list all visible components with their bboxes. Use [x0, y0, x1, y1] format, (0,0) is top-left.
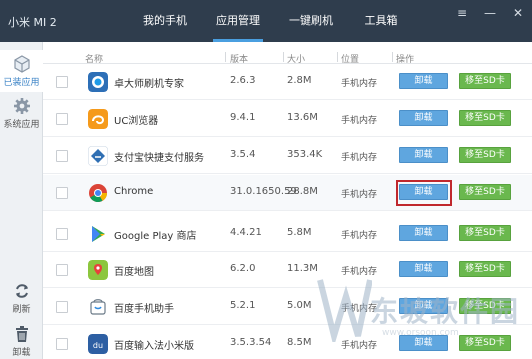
app-version: 4.4.21: [230, 227, 262, 238]
table-row: 卓大师刷机专家 2.6.3 2.8M 手机内存 卸载 移至SD卡: [43, 64, 532, 100]
tab-label: 我的手机: [143, 14, 187, 27]
app-name: 百度输入法小米版: [114, 341, 194, 352]
watermark-text: 东坡软件园: [370, 295, 521, 328]
app-size: 28.8M: [287, 186, 318, 197]
move-to-sd-button[interactable]: 移至SD卡: [459, 73, 511, 89]
sidebar-item-label: 卸载: [12, 348, 31, 358]
app-name: 支付宝快捷支付服务: [114, 153, 204, 164]
app-name: UC浏览器: [114, 116, 159, 127]
tab-label: 一键刷机: [289, 14, 333, 27]
app-name: Chrome: [114, 186, 154, 197]
baidu-input-icon: du: [88, 334, 108, 354]
app-size: 8.5M: [287, 337, 312, 348]
sidebar-item-refresh[interactable]: 刷新: [0, 282, 43, 318]
move-to-sd-button[interactable]: 移至SD卡: [459, 261, 511, 277]
tab-my-phone[interactable]: 我的手机: [135, 0, 195, 42]
svg-text:du: du: [93, 341, 103, 350]
sidebar: 已装应用 系统应用 刷新 卸载: [0, 42, 43, 359]
uninstall-button[interactable]: 卸载: [399, 73, 448, 89]
app-size: 13.6M: [287, 112, 318, 123]
row-checkbox[interactable]: [56, 76, 68, 88]
row-checkbox[interactable]: [56, 301, 68, 313]
sidebar-item-uninstall[interactable]: 卸载: [0, 325, 43, 359]
row-checkbox[interactable]: [56, 187, 68, 199]
table-row: Google Play 商店 4.4.21 5.8M 手机内存 卸载 移至SD卡: [43, 216, 532, 252]
row-checkbox[interactable]: [56, 338, 68, 350]
app-version: 2.6.3: [230, 75, 256, 86]
row-checkbox[interactable]: [56, 150, 68, 162]
app-version: 3.5.3.54: [230, 337, 272, 348]
uninstall-button[interactable]: 卸载: [399, 110, 448, 126]
uninstall-button[interactable]: 卸载: [399, 225, 448, 241]
zhuodashi-icon: [88, 72, 108, 92]
table-row: Chrome 31.0.1650.59 28.8M 手机内存 卸载 移至SD卡: [43, 175, 532, 211]
title-bar: 小米 MI 2 我的手机 应用管理 一键刷机 工具箱 ≡ — ✕: [0, 0, 532, 42]
app-version: 3.5.4: [230, 149, 256, 160]
watermark-url: www.orsoon.com: [382, 328, 459, 338]
table-header: 名称 版本 大小 位置 操作: [43, 50, 532, 65]
app-version: 9.4.1: [230, 112, 256, 123]
app-name: 卓大师刷机专家: [114, 79, 184, 90]
tab-app-management[interactable]: 应用管理: [205, 0, 271, 42]
google-play-icon: [92, 226, 105, 242]
row-checkbox[interactable]: [56, 228, 68, 240]
gear-icon: [13, 98, 30, 114]
uninstall-button[interactable]: 卸载: [399, 184, 448, 200]
sidebar-item-system-apps[interactable]: 系统应用: [0, 94, 43, 136]
app-size: 5.8M: [287, 227, 312, 238]
trash-icon: [15, 326, 28, 342]
move-to-sd-button[interactable]: 移至SD卡: [459, 110, 511, 126]
app-name: 百度手机助手: [114, 304, 174, 315]
app-version: 6.2.0: [230, 263, 256, 274]
sidebar-item-label: 已装应用: [3, 78, 40, 88]
tab-label: 应用管理: [216, 14, 260, 27]
column-divider: [283, 52, 284, 62]
box-icon: [13, 55, 30, 73]
move-to-sd-button[interactable]: 移至SD卡: [459, 184, 511, 200]
tab-one-click-flash[interactable]: 一键刷机: [278, 0, 344, 42]
sidebar-item-label: 系统应用: [3, 120, 40, 130]
chrome-icon: [89, 184, 107, 203]
app-name: 百度地图: [114, 267, 154, 278]
column-divider: [392, 52, 393, 62]
app-name: Google Play 商店: [114, 231, 197, 242]
close-icon[interactable]: ✕: [511, 6, 525, 20]
tab-label: 工具箱: [364, 14, 398, 27]
refresh-icon: [15, 284, 28, 298]
app-location: 手机内存: [341, 231, 378, 241]
device-name: 小米 MI 2: [8, 16, 57, 29]
baidu-assistant-icon: [90, 299, 106, 315]
minimize-icon[interactable]: —: [483, 6, 497, 20]
baidu-map-icon: [88, 260, 108, 280]
table-row: 支付宝快捷支付服务 3.5.4 353.4K 手机内存 卸载 移至SD卡: [43, 138, 532, 174]
row-checkbox[interactable]: [56, 113, 68, 125]
watermark-logo-icon: [317, 279, 372, 342]
app-version: 5.2.1: [230, 300, 256, 311]
app-location: 手机内存: [341, 153, 378, 163]
table-row: UC浏览器 9.4.1 13.6M 手机内存 卸载 移至SD卡: [43, 101, 532, 137]
alipay-icon: [88, 146, 108, 166]
sidebar-item-label: 刷新: [12, 305, 31, 315]
move-to-sd-button[interactable]: 移至SD卡: [459, 225, 511, 241]
menu-icon[interactable]: ≡: [455, 6, 469, 20]
app-location: 手机内存: [341, 116, 378, 126]
row-checkbox[interactable]: [56, 264, 68, 276]
move-to-sd-button[interactable]: 移至SD卡: [459, 147, 511, 163]
column-divider: [225, 52, 226, 62]
app-size: 11.3M: [287, 263, 318, 274]
uc-browser-icon: [88, 109, 108, 129]
uninstall-button[interactable]: 卸载: [399, 147, 448, 163]
app-size: 5.0M: [287, 300, 312, 311]
watermark: 东坡软件园 www.orsoon.com: [312, 276, 527, 346]
sidebar-item-installed-apps[interactable]: 已装应用: [0, 50, 43, 92]
tab-toolbox[interactable]: 工具箱: [355, 0, 407, 42]
uninstall-button[interactable]: 卸载: [399, 261, 448, 277]
column-divider: [337, 52, 338, 62]
app-location: 手机内存: [341, 190, 378, 200]
app-location: 手机内存: [341, 79, 378, 89]
app-size: 2.8M: [287, 75, 312, 86]
app-size: 353.4K: [287, 149, 323, 160]
